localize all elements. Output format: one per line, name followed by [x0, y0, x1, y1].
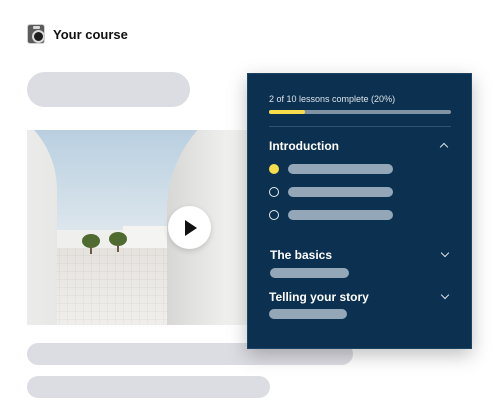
course-header: Your course — [27, 24, 128, 44]
course-title: Your course — [53, 26, 128, 42]
play-icon[interactable] — [168, 206, 211, 249]
video-tree-trunk — [117, 244, 119, 252]
lesson-item[interactable] — [269, 187, 393, 197]
section-title[interactable]: Introduction — [269, 139, 339, 153]
video-tree-trunk — [90, 246, 92, 254]
lesson-item[interactable] — [269, 210, 393, 220]
lesson-item[interactable] — [269, 164, 393, 174]
lesson-title-placeholder — [288, 187, 393, 197]
divider — [269, 126, 451, 127]
section-title[interactable]: Telling your story — [269, 290, 369, 304]
lesson-title-placeholder — [288, 164, 393, 174]
title-placeholder — [27, 72, 190, 107]
section-subtitle-placeholder — [270, 268, 349, 278]
text-placeholder — [27, 376, 270, 398]
chevron-down-icon[interactable] — [440, 290, 450, 300]
chevron-down-icon[interactable] — [440, 248, 450, 258]
lessons-panel: 2 of 10 lessons complete (20%) Introduct… — [247, 73, 472, 349]
progress-text: 2 of 10 lessons complete (20%) — [269, 94, 396, 104]
section-title[interactable]: The basics — [270, 248, 332, 262]
progress-bar — [269, 110, 451, 114]
chevron-up-icon[interactable] — [439, 142, 449, 152]
lesson-incomplete-icon — [269, 187, 279, 197]
lesson-incomplete-icon — [269, 210, 279, 220]
section-subtitle-placeholder — [269, 309, 347, 319]
lesson-complete-icon — [269, 164, 279, 174]
video-player[interactable] — [27, 130, 249, 325]
course-thumbnail-icon — [27, 24, 45, 44]
progress-bar-fill — [269, 110, 306, 114]
lesson-title-placeholder — [288, 210, 393, 220]
